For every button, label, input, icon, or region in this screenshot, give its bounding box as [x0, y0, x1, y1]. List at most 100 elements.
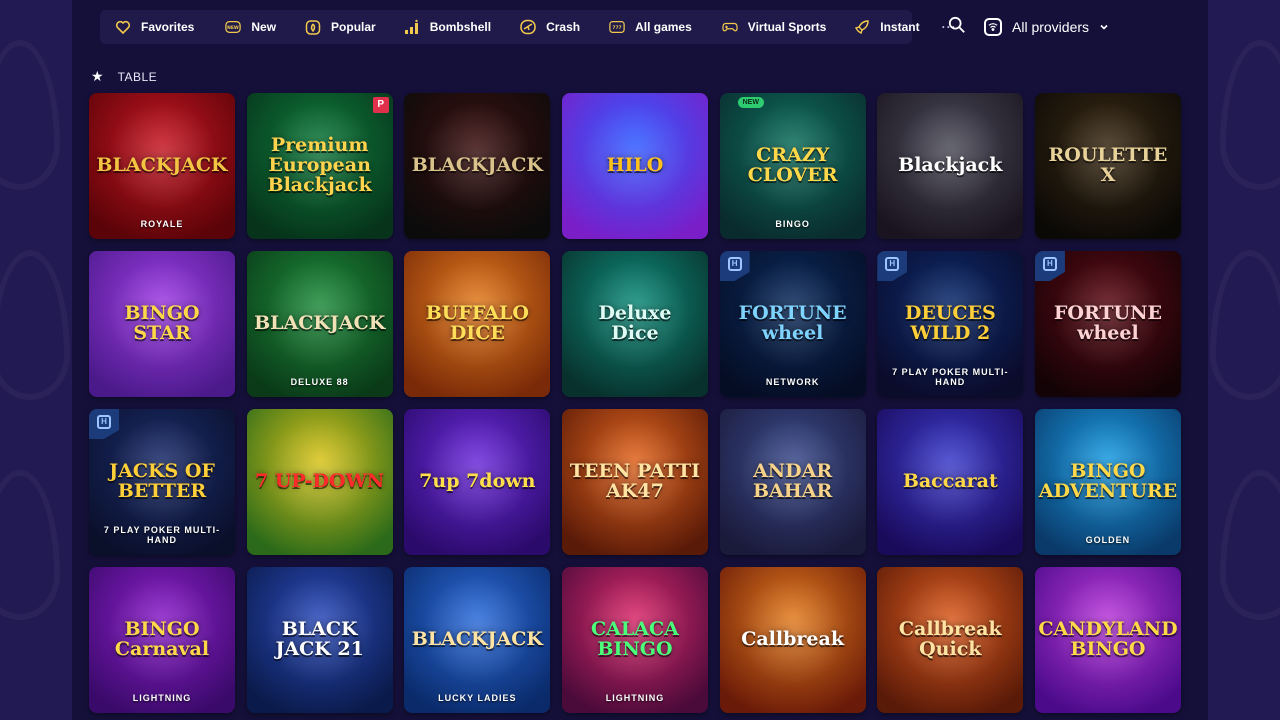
- star-icon: ★: [91, 68, 104, 84]
- game-tile[interactable]: ROULETTE X: [1034, 93, 1181, 239]
- game-tile[interactable]: H FORTUNE wheel NETWORK: [719, 251, 866, 397]
- svg-text:NEW: NEW: [228, 25, 240, 31]
- game-tile[interactable]: NEW CRAZY CLOVER BINGO: [719, 93, 866, 239]
- game-title: Callbreak Quick: [898, 618, 1002, 660]
- game-tile[interactable]: BINGO ADVENTURE GOLDEN: [1034, 409, 1181, 555]
- category-nav: Favorites NEW New Popular Bombshell Crash 777 A…: [100, 10, 956, 44]
- category-nav-items: Favorites NEW New Popular Bombshell Crash 777 A…: [114, 18, 920, 36]
- game-grid: BLACKJACK ROYALE P Premium European Blackja…: [89, 93, 1181, 713]
- game-tile[interactable]: H DEUCES WILD 2 7 PLAY POKER MULTI-HAND: [877, 251, 1024, 397]
- search-button[interactable]: [948, 16, 968, 36]
- nav-item-label: New: [251, 20, 277, 34]
- section-title: TABLE: [117, 69, 158, 84]
- game-tile[interactable]: H FORTUNE wheel: [1034, 251, 1181, 397]
- nav-item-label: All games: [635, 20, 692, 34]
- game-title: Blackjack: [898, 154, 1003, 177]
- section-header: ★ TABLE: [91, 68, 157, 85]
- game-tile[interactable]: BLACKJACK DELUXE 88: [246, 251, 393, 397]
- game-title: FORTUNE wheel: [738, 302, 847, 344]
- provider-icon: [984, 18, 1002, 36]
- leaf-decoration: [1220, 470, 1280, 620]
- game-title: CRAZY CLOVER: [747, 144, 838, 186]
- nav-item-virtual-sports[interactable]: Virtual Sports: [721, 18, 826, 36]
- new-badge-icon: NEW: [224, 18, 242, 36]
- game-tile[interactable]: BLACK JACK 21: [246, 567, 393, 713]
- game-tile[interactable]: Baccarat: [877, 409, 1024, 555]
- game-tile[interactable]: Deluxe Dice: [561, 251, 708, 397]
- heart-icon: [114, 18, 132, 36]
- game-tile[interactable]: CALACA BINGO LIGHTNING: [561, 567, 708, 713]
- nav-item-instant[interactable]: Instant: [853, 18, 920, 36]
- right-background-panel: [1208, 0, 1280, 720]
- nav-item-label: Bombshell: [429, 20, 492, 34]
- game-title: BINGO Carnaval: [114, 618, 210, 660]
- game-tile[interactable]: Callbreak: [719, 567, 866, 713]
- nav-item-label: Instant: [880, 20, 920, 34]
- game-subtitle: BINGO: [775, 219, 810, 229]
- game-tile[interactable]: HILO: [561, 93, 708, 239]
- leaf-decoration: [0, 250, 70, 400]
- nav-item-popular[interactable]: Popular: [304, 18, 376, 36]
- game-title: CANDYLAND BINGO: [1038, 618, 1178, 660]
- game-subtitle: LUCKY LADIES: [438, 693, 517, 703]
- rocket-icon: [853, 18, 871, 36]
- game-tile[interactable]: 7up 7down: [404, 409, 551, 555]
- game-title: BLACKJACK: [254, 312, 386, 335]
- game-tile[interactable]: ANDAR BAHAR: [719, 409, 866, 555]
- plane-icon: [519, 18, 537, 36]
- game-subtitle: LIGHTNING: [132, 693, 192, 703]
- nav-item-new[interactable]: NEW New: [224, 18, 276, 36]
- game-tile[interactable]: BINGO STAR: [89, 251, 235, 397]
- game-subtitle: 7 PLAY POKER MULTI-HAND: [892, 367, 1009, 387]
- game-tile[interactable]: BINGO Carnaval LIGHTNING: [89, 567, 235, 713]
- nav-item-favorites[interactable]: Favorites: [114, 18, 194, 36]
- fire-icon: [304, 18, 322, 36]
- leaf-decoration: [1220, 40, 1280, 190]
- chevron-down-icon: [1100, 24, 1108, 30]
- game-tile[interactable]: BLACKJACK: [404, 93, 551, 239]
- game-title: Callbreak: [741, 628, 844, 651]
- game-tile[interactable]: BUFFALO DICE: [404, 251, 551, 397]
- gamepad-icon: [721, 18, 739, 36]
- game-tile[interactable]: BLACKJACK LUCKY LADIES: [404, 567, 551, 713]
- nav-item-label: Virtual Sports: [747, 20, 827, 34]
- game-title: Baccarat: [902, 470, 998, 493]
- provider-corner-icon: H: [719, 251, 750, 281]
- game-title: BLACKJACK: [411, 154, 543, 177]
- game-title: TEEN PATTI AK47: [569, 460, 701, 502]
- game-title: 7 UP-DOWN: [255, 470, 385, 493]
- leaf-decoration: [0, 470, 60, 620]
- provider-corner-icon: H: [1034, 251, 1065, 281]
- game-tile[interactable]: 7 UP-DOWN: [246, 409, 393, 555]
- game-tile[interactable]: Blackjack: [877, 93, 1024, 239]
- game-title: 7up 7down: [419, 470, 536, 493]
- game-tile[interactable]: CANDYLAND BINGO: [1034, 567, 1181, 713]
- leaf-decoration: [0, 40, 60, 190]
- game-title: HILO: [606, 154, 664, 177]
- new-badge: NEW: [737, 97, 764, 108]
- game-tile[interactable]: P Premium European Blackjack: [246, 93, 393, 239]
- chart-bars-icon: [403, 18, 421, 36]
- slot-machine-icon: 777: [608, 18, 626, 36]
- game-subtitle: 7 PLAY POKER MULTI-HAND: [103, 525, 221, 545]
- provider-corner-icon: H: [877, 251, 908, 281]
- leaf-decoration: [1210, 250, 1280, 400]
- game-title: Deluxe Dice: [598, 302, 672, 344]
- game-title: BLACK JACK 21: [275, 618, 364, 660]
- search-icon: [948, 16, 965, 33]
- game-subtitle: ROYALE: [140, 219, 184, 229]
- game-tile[interactable]: TEEN PATTI AK47: [561, 409, 708, 555]
- nav-item-crash[interactable]: Crash: [519, 18, 580, 36]
- game-title: ROULETTE X: [1048, 144, 1168, 186]
- nav-item-all-games[interactable]: 777 All games: [608, 18, 692, 36]
- game-tile[interactable]: Callbreak Quick: [877, 567, 1024, 713]
- provider-corner-icon: H: [89, 409, 119, 439]
- game-title: FORTUNE wheel: [1053, 302, 1162, 344]
- game-tile[interactable]: H JACKS OF BETTER 7 PLAY POKER MULTI-HAND: [89, 409, 235, 555]
- game-title: JACKS OF BETTER: [109, 460, 215, 502]
- game-title: BLACKJACK: [96, 154, 228, 177]
- nav-item-label: Favorites: [141, 20, 195, 34]
- game-tile[interactable]: BLACKJACK ROYALE: [89, 93, 235, 239]
- providers-dropdown[interactable]: All providers: [984, 15, 1109, 39]
- nav-item-bombshell[interactable]: Bombshell: [403, 18, 491, 36]
